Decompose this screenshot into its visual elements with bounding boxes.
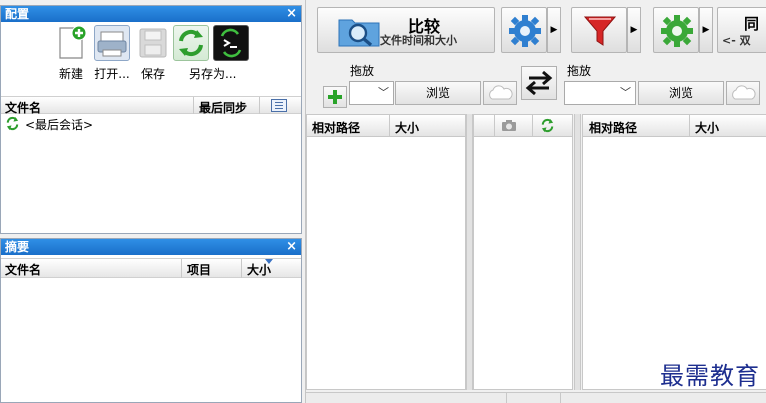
sync-settings-button[interactable] [653, 7, 699, 53]
filter-dropdown[interactable]: ▶ [627, 7, 641, 53]
col-separator[interactable] [193, 97, 194, 114]
session-label: <最后会话> [25, 118, 94, 132]
summary-panel-close-icon[interactable]: × [286, 239, 297, 254]
left-grid-header: 相对路径 大小 [307, 115, 465, 137]
session-sync-icon [6, 116, 19, 131]
sync-settings-dropdown[interactable]: ▶ [699, 7, 713, 53]
col-separator[interactable] [532, 115, 533, 136]
left-browse-button[interactable]: 浏览 [395, 81, 481, 105]
triangle-right-icon: ▶ [630, 25, 638, 35]
swap-arrows-icon [525, 70, 553, 96]
config-panel-close-icon[interactable]: × [286, 6, 297, 21]
open-config-icon [94, 25, 130, 61]
config-toolbar: 新建 打开... 保存 另存为... [1, 22, 301, 106]
right-browse-button[interactable]: 浏览 [638, 81, 724, 105]
col-separator[interactable] [241, 259, 242, 278]
triangle-right-icon: ▶ [550, 25, 558, 35]
compare-settings-button[interactable] [501, 7, 547, 53]
save-config-label: 保存 [140, 67, 165, 81]
compare-button[interactable]: 比较 文件时间和大小 [317, 7, 495, 53]
sync-refresh-icon [173, 25, 209, 61]
config-panel: 配置 × 新建 打开... 保存 另存为... 文件名 最后同步 <最后会话> [0, 5, 302, 234]
camera-icon[interactable] [501, 119, 517, 132]
right-col-size[interactable]: 大小 [695, 119, 719, 136]
right-drag-label: 拖放 [567, 64, 592, 78]
col-header-items[interactable]: 项目 [187, 261, 211, 278]
filter-funnel-icon [583, 16, 617, 46]
watermark-text: 最需教育 [660, 362, 760, 390]
new-config-icon [53, 25, 89, 61]
terminal-script-icon [213, 25, 249, 61]
sync-title: 同 [744, 15, 760, 33]
sync-subtitle: <- 双 [722, 34, 751, 47]
cloud-icon [489, 85, 513, 100]
status-segment [560, 393, 561, 403]
right-folder-dropdown[interactable]: ﹀ [564, 81, 636, 105]
save-config-button[interactable]: 保存 [131, 25, 175, 82]
config-list-header: 文件名 最后同步 [1, 96, 301, 115]
save-as-config-button[interactable]: 另存为... [173, 25, 253, 82]
left-folder-dropdown[interactable]: ﹀ [349, 81, 394, 105]
list-item[interactable]: <最后会话> [1, 114, 301, 132]
right-col-relative-path[interactable]: 相对路径 [589, 119, 637, 136]
chevron-down-icon: ﹀ [378, 86, 389, 99]
splitter-left[interactable] [466, 114, 473, 390]
summary-panel: 摘要 × 文件名 项目 大小 [0, 238, 302, 403]
compare-folder-search-icon [338, 19, 380, 47]
config-panel-title: 配置 × [1, 6, 301, 22]
triangle-right-icon: ▶ [702, 25, 710, 35]
right-browse-label: 浏览 [668, 86, 693, 100]
status-bar [306, 392, 766, 403]
col-separator[interactable] [389, 115, 390, 136]
gear-green-icon [661, 15, 693, 47]
filter-button[interactable] [571, 7, 627, 53]
compare-settings-dropdown[interactable]: ▶ [547, 7, 561, 53]
right-folder-picker: 拖放 ﹀ 浏览 [564, 58, 764, 110]
new-config-label: 新建 [58, 67, 83, 81]
left-browse-label: 浏览 [425, 86, 450, 100]
config-panel-title-text: 配置 [5, 7, 30, 21]
left-cloud-button[interactable] [483, 81, 517, 105]
right-cloud-button[interactable] [726, 81, 760, 105]
col-separator[interactable] [494, 115, 495, 136]
status-segment [506, 393, 507, 403]
chevron-down-icon: ﹀ [620, 86, 631, 99]
left-drag-label: 拖放 [350, 64, 375, 78]
left-file-grid[interactable]: 相对路径 大小 [306, 114, 466, 390]
summary-list-header: 文件名 项目 大小 [1, 258, 301, 278]
column-chooser-icon[interactable] [271, 99, 287, 112]
save-config-icon [135, 25, 171, 61]
left-col-size[interactable]: 大小 [395, 119, 419, 136]
col-separator[interactable] [689, 115, 690, 136]
middle-grid-header [474, 115, 572, 137]
save-as-config-label: 另存为... [189, 67, 237, 81]
left-folder-picker: 拖放 ﹀ 浏览 [317, 58, 517, 110]
new-config-button[interactable]: 新建 [49, 25, 93, 82]
left-col-relative-path[interactable]: 相对路径 [312, 119, 360, 136]
plus-icon [328, 90, 342, 104]
middle-action-grid[interactable] [473, 114, 573, 390]
right-grid-header: 相对路径 大小 [583, 115, 766, 137]
gear-blue-icon [509, 15, 541, 47]
cloud-icon [732, 85, 756, 100]
col-separator[interactable] [259, 97, 260, 114]
col-header-filename[interactable]: 文件名 [5, 261, 41, 278]
col-separator[interactable] [181, 259, 182, 278]
summary-panel-title: 摘要 × [1, 239, 301, 255]
compare-subtitle: 文件时间和大小 [380, 34, 457, 47]
right-file-grid[interactable]: 相对路径 大小 [582, 114, 766, 390]
splitter-right[interactable] [574, 114, 581, 390]
synchronize-button[interactable]: 同 <- 双 [717, 7, 766, 53]
summary-panel-title-text: 摘要 [5, 240, 30, 254]
swap-sides-button[interactable] [521, 66, 557, 100]
sort-indicator-icon [265, 259, 273, 264]
add-folder-pair-button[interactable] [323, 86, 347, 108]
sync-direction-icon[interactable] [540, 118, 555, 133]
open-config-label: 打开... [94, 67, 130, 81]
comparison-area: 比较 文件时间和大小 ▶ ▶ ▶ 同 <- 双 拖放 ﹀ 浏览 拖放 ﹀ 浏览 … [305, 0, 766, 403]
open-config-button[interactable]: 打开... [90, 25, 134, 106]
